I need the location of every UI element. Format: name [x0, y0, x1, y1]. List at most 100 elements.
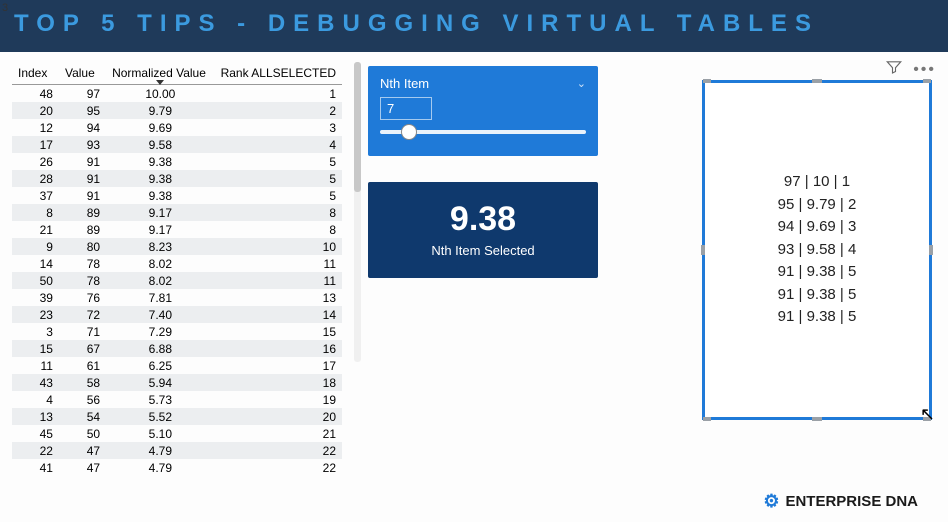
table-cell: 93 — [59, 136, 106, 153]
table-cell: 7.40 — [106, 306, 215, 323]
table-row[interactable]: 45505.1021 — [12, 425, 342, 442]
table-cell: 89 — [59, 221, 106, 238]
table-cell: 6.88 — [106, 340, 215, 357]
table-cell: 10 — [215, 238, 342, 255]
table-cell: 5 — [215, 153, 342, 170]
table-cell: 26 — [12, 153, 59, 170]
table-row[interactable]: 11616.2517 — [12, 357, 342, 374]
table-cell: 9.38 — [106, 170, 215, 187]
table-cell: 48 — [12, 85, 59, 103]
table-cell: 39 — [12, 289, 59, 306]
dna-icon: ⚙ — [763, 491, 779, 512]
table-row[interactable]: 3717.2915 — [12, 323, 342, 340]
table-row[interactable]: 21899.178 — [12, 221, 342, 238]
col-header[interactable]: Value — [59, 62, 106, 85]
table-row[interactable]: 8899.178 — [12, 204, 342, 221]
table-cell: 8 — [12, 204, 59, 221]
table-cell: 67 — [59, 340, 106, 357]
table-cell: 11 — [215, 255, 342, 272]
table-row[interactable]: 4565.7319 — [12, 391, 342, 408]
table-row[interactable]: 22474.7922 — [12, 442, 342, 459]
table-row[interactable]: 28919.385 — [12, 170, 342, 187]
table-cell: 10.00 — [106, 85, 215, 103]
table-cell: 9.58 — [106, 136, 215, 153]
table-cell: 3 — [12, 323, 59, 340]
table-cell: 11 — [12, 357, 59, 374]
table-cell: 5 — [215, 187, 342, 204]
nth-item-card[interactable]: 9.38 Nth Item Selected — [368, 182, 598, 278]
table-cell: 61 — [59, 357, 106, 374]
table-cell: 4.79 — [106, 459, 215, 476]
card-label: Nth Item Selected — [378, 243, 588, 258]
slicer-title: Nth Item — [380, 76, 429, 91]
slider-thumb[interactable] — [401, 124, 417, 140]
table-cell: 56 — [59, 391, 106, 408]
table-cell: 11 — [215, 272, 342, 289]
table-row[interactable]: 9808.2310 — [12, 238, 342, 255]
table-row[interactable]: 37919.385 — [12, 187, 342, 204]
nth-item-slicer[interactable]: Nth Item ⌄ — [368, 66, 598, 156]
table-cell: 5.73 — [106, 391, 215, 408]
table-cell: 78 — [59, 255, 106, 272]
table-cell: 22 — [215, 459, 342, 476]
table-row[interactable]: 50788.0211 — [12, 272, 342, 289]
table-row[interactable]: 41474.7922 — [12, 459, 342, 476]
table-cell: 23 — [12, 306, 59, 323]
slicer-value-input[interactable] — [380, 97, 432, 120]
table-cell: 5.94 — [106, 374, 215, 391]
resize-handle-tl[interactable] — [703, 79, 711, 83]
table-scrollbar[interactable] — [354, 62, 361, 362]
table-row[interactable]: 23727.4014 — [12, 306, 342, 323]
table-row[interactable]: 489710.001 — [12, 85, 342, 103]
resize-handle-left[interactable] — [701, 245, 705, 255]
table-row[interactable]: 26919.385 — [12, 153, 342, 170]
table-cell: 15 — [215, 323, 342, 340]
slicer-slider[interactable] — [380, 130, 586, 134]
table-row[interactable]: 12949.693 — [12, 119, 342, 136]
concat-line: 93 | 9.58 | 4 — [778, 239, 857, 262]
concat-visual[interactable]: 97 | 10 | 195 | 9.79 | 294 | 9.69 | 393 … — [702, 80, 932, 420]
col-header[interactable]: Index — [12, 62, 59, 85]
table-cell: 97 — [59, 85, 106, 103]
resize-handle-top[interactable] — [812, 79, 822, 83]
col-header[interactable]: Rank ALLSELECTED — [215, 62, 342, 85]
table-cell: 54 — [59, 408, 106, 425]
table-cell: 19 — [215, 391, 342, 408]
table-cell: 94 — [59, 119, 106, 136]
data-table[interactable]: IndexValueNormalized ValueRank ALLSELECT… — [12, 62, 342, 522]
table-cell: 8.02 — [106, 272, 215, 289]
table-cell: 8 — [215, 221, 342, 238]
col-header[interactable]: Normalized Value — [106, 62, 215, 85]
table-cell: 4 — [215, 136, 342, 153]
table-cell: 91 — [59, 170, 106, 187]
table-row[interactable]: 14788.0211 — [12, 255, 342, 272]
resize-handle-tr[interactable] — [923, 79, 931, 83]
table-row[interactable]: 39767.8113 — [12, 289, 342, 306]
chevron-down-icon[interactable]: ⌄ — [577, 77, 586, 90]
table-cell: 14 — [215, 306, 342, 323]
resize-handle-bottom[interactable] — [812, 417, 822, 421]
table-cell: 13 — [12, 408, 59, 425]
table-row[interactable]: 20959.792 — [12, 102, 342, 119]
resize-handle-bl[interactable] — [703, 417, 711, 421]
table-row[interactable]: 17939.584 — [12, 136, 342, 153]
table-cell: 58 — [59, 374, 106, 391]
scrollbar-thumb[interactable] — [354, 62, 361, 192]
table-cell: 43 — [12, 374, 59, 391]
table-cell: 80 — [59, 238, 106, 255]
table-cell: 5.10 — [106, 425, 215, 442]
table-cell: 95 — [59, 102, 106, 119]
table-row[interactable]: 43585.9418 — [12, 374, 342, 391]
table-cell: 91 — [59, 187, 106, 204]
table-cell: 17 — [215, 357, 342, 374]
table-cell: 50 — [59, 425, 106, 442]
table-row[interactable]: 13545.5220 — [12, 408, 342, 425]
table-cell: 1 — [215, 85, 342, 103]
table-cell: 22 — [12, 442, 59, 459]
table-cell: 18 — [215, 374, 342, 391]
resize-handle-right[interactable] — [929, 245, 933, 255]
table-row[interactable]: 15676.8816 — [12, 340, 342, 357]
table-cell: 9.38 — [106, 187, 215, 204]
table-cell: 14 — [12, 255, 59, 272]
table-cell: 5.52 — [106, 408, 215, 425]
